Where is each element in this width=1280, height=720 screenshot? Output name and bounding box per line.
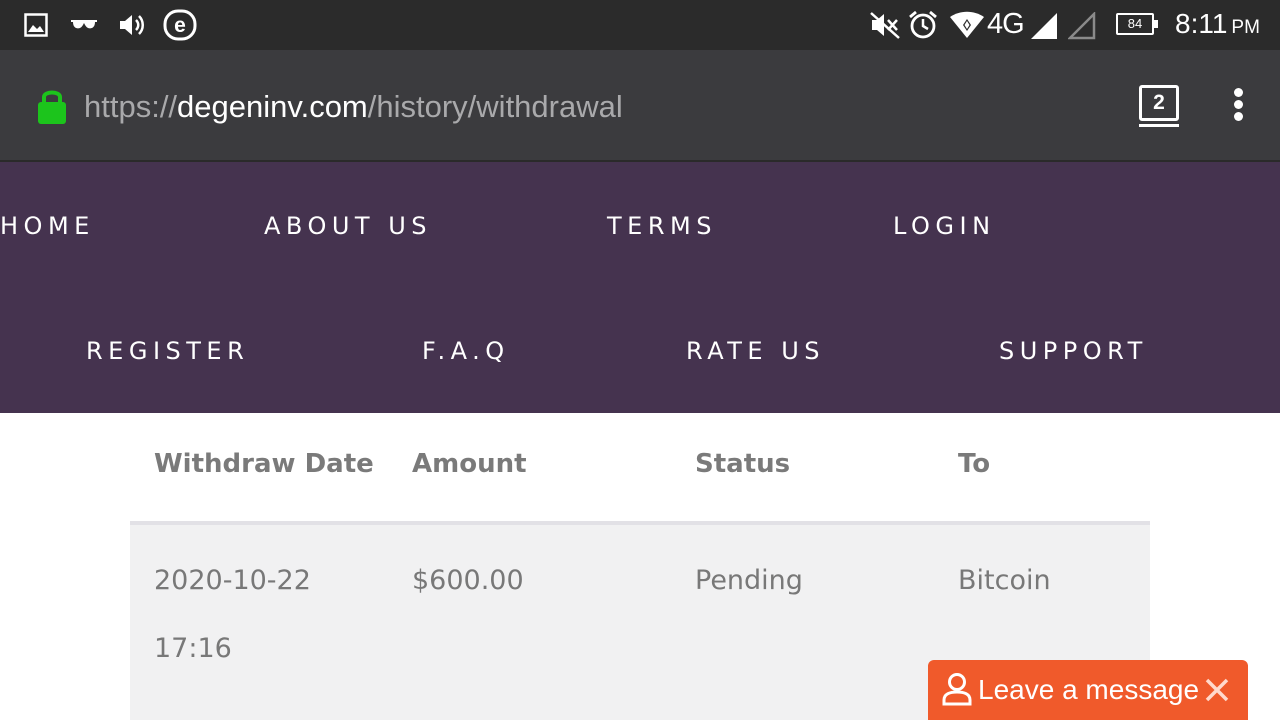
nav-link-faq[interactable]: F.A.Q [422, 337, 510, 365]
cell-status: Pending [695, 565, 803, 596]
nav-link-home[interactable]: HOME [0, 212, 95, 240]
signal-empty-icon [1068, 12, 1096, 40]
leave-message-label: Leave a message [978, 674, 1200, 705]
person-icon [942, 673, 972, 706]
url-scheme: https:// [84, 89, 178, 124]
e-app-icon: e [163, 9, 197, 41]
signal-icon [1031, 13, 1057, 39]
network-type-label: 4G [987, 8, 1025, 40]
nav-link-support[interactable]: SUPPORT [999, 337, 1148, 365]
glasses-icon [71, 20, 97, 29]
menu-dot [1233, 88, 1243, 97]
cell-withdraw-date: 2020-10-22 17:16 [154, 547, 354, 683]
cell-to: Bitcoin [958, 565, 1051, 596]
battery-icon: 84 [1116, 13, 1158, 35]
table-header: Withdraw Date Amount Status To [130, 413, 1150, 525]
menu-dot [1233, 112, 1243, 121]
browser-menu-icon[interactable] [1228, 88, 1248, 126]
nav-link-login[interactable]: LOGIN [893, 212, 996, 240]
nav-link-about-us[interactable]: ABOUT US [264, 212, 432, 240]
nav-link-register[interactable]: REGISTER [86, 337, 249, 365]
volume-icon [120, 15, 144, 35]
clock-time: 8:11 [1175, 8, 1228, 39]
lock-icon[interactable] [37, 87, 67, 125]
wifi-icon [950, 11, 984, 38]
status-clock: 8:11 PM [1175, 8, 1260, 40]
site-navigation: HOME ABOUT US TERMS LOGIN REGISTER F.A.Q… [0, 162, 1280, 413]
clock-ampm: PM [1231, 17, 1260, 38]
leave-message-widget[interactable]: Leave a message [928, 660, 1248, 720]
close-icon[interactable] [1204, 677, 1230, 703]
cell-time: 17:16 [154, 633, 232, 664]
svg-text:e: e [174, 14, 186, 37]
address-bar[interactable]: https://degeninv.com/history/withdrawal [84, 89, 623, 125]
column-header-to: To [958, 449, 991, 479]
android-status-bar: e 4G 84 8:11 PM [0, 0, 1280, 50]
vibrate-off-icon [870, 12, 900, 39]
cell-date: 2020-10-22 [154, 565, 311, 596]
image-icon [24, 13, 48, 37]
column-header-withdraw-date: Withdraw Date [154, 449, 374, 479]
column-header-status: Status [695, 449, 791, 479]
nav-link-rate-us[interactable]: RATE US [686, 337, 825, 365]
url-host: degeninv.com [177, 89, 368, 124]
cell-amount: $600.00 [412, 565, 524, 596]
menu-dot [1233, 100, 1243, 109]
nav-link-terms[interactable]: TERMS [607, 212, 717, 240]
column-header-amount: Amount [412, 449, 527, 479]
tab-switcher-button[interactable]: 2 [1139, 85, 1179, 127]
url-path: /history/withdrawal [367, 89, 623, 124]
alarm-icon [909, 10, 937, 39]
